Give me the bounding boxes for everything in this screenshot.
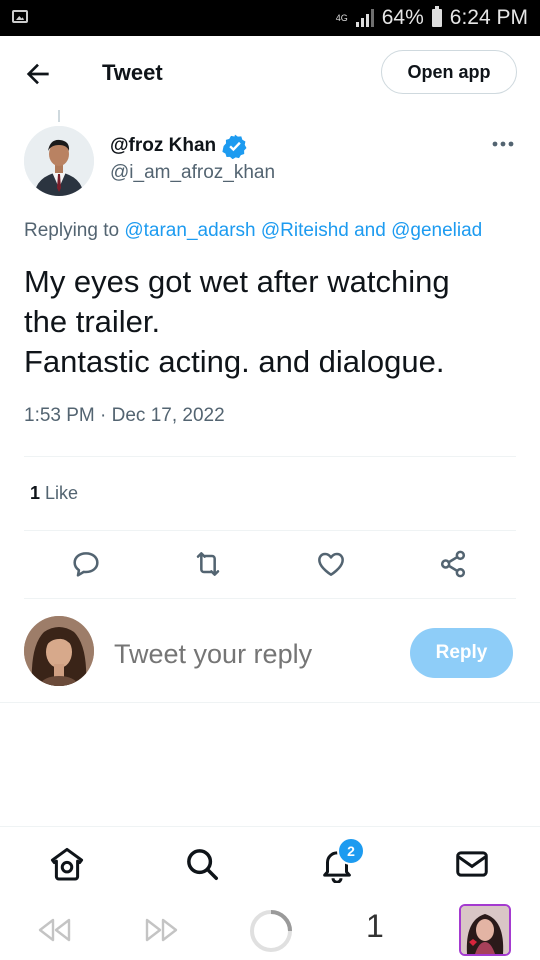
retweet-icon[interactable] <box>192 548 224 580</box>
author-name[interactable]: @froz Khan <box>110 135 216 157</box>
tweet-text-line: My eyes got wet after watching <box>24 264 450 299</box>
page-title: Tweet <box>102 60 163 85</box>
network-type: 4G <box>335 12 348 23</box>
fast-forward-icon[interactable] <box>142 914 182 946</box>
author-avatar[interactable] <box>24 126 94 196</box>
like-count-number: 1 <box>30 483 41 503</box>
likes-count[interactable]: 1 Like <box>30 483 78 504</box>
reply-composer: Reply <box>0 600 540 703</box>
battery-icon <box>431 6 442 27</box>
rewind-back-icon[interactable] <box>34 914 74 946</box>
signal-icon <box>355 9 374 27</box>
status-bar: 4G 64% 6:24 PM <box>0 0 540 36</box>
more-options-icon[interactable] <box>490 136 516 152</box>
reply-icon[interactable] <box>70 548 102 580</box>
clock: 6:24 PM <box>449 6 528 29</box>
divider <box>24 598 516 599</box>
replying-prefix: Replying to <box>24 220 120 241</box>
open-app-button[interactable]: Open app <box>381 50 517 94</box>
mention-and[interactable]: and <box>354 220 386 241</box>
like-count-label: Like <box>45 483 79 503</box>
mention-link[interactable]: @taran_adarsh <box>124 220 255 241</box>
tab-thumbnail[interactable] <box>459 904 511 956</box>
thread-connector <box>58 110 60 122</box>
gallery-notification-icon <box>12 10 28 23</box>
tweet-actions <box>24 548 516 584</box>
current-user-avatar[interactable] <box>24 616 94 686</box>
tweet-timestamp[interactable]: 1:53 PM · Dec 17, 2022 <box>24 405 225 427</box>
loading-spinner-icon <box>250 910 292 952</box>
divider <box>24 456 516 457</box>
reply-input[interactable] <box>112 638 396 671</box>
author-handle[interactable]: @i_am_afroz_khan <box>110 162 275 184</box>
tab-count[interactable]: 1 <box>366 908 384 945</box>
bottom-navigation: 2 <box>0 826 540 901</box>
tweet-text-line: the trailer. <box>24 304 161 339</box>
back-arrow-icon[interactable] <box>22 58 54 90</box>
search-icon[interactable] <box>183 845 221 883</box>
battery-percentage: 64% <box>381 6 424 29</box>
author-name-row[interactable]: @froz Khan <box>110 133 248 159</box>
verified-badge-icon <box>222 134 247 159</box>
divider <box>24 530 516 531</box>
reply-button[interactable]: Reply <box>410 628 513 678</box>
replying-to-line: Replying to @taran_adarsh @Riteishd and … <box>24 220 482 242</box>
mention-link[interactable]: @geneliad <box>391 220 482 241</box>
like-heart-icon[interactable] <box>315 548 347 580</box>
top-app-bar: Tweet Open app <box>0 36 540 112</box>
home-icon[interactable] <box>48 845 86 883</box>
browser-toolbar: 1 <box>0 900 540 960</box>
mention-link[interactable]: @Riteishd <box>261 220 349 241</box>
share-icon[interactable] <box>437 548 469 580</box>
tweet-text-line: Fantastic acting. and dialogue. <box>24 344 445 379</box>
tweet-body: My eyes got wet after watching the trail… <box>24 262 524 382</box>
notification-badge: 2 <box>337 837 365 865</box>
messages-icon[interactable] <box>453 845 491 883</box>
